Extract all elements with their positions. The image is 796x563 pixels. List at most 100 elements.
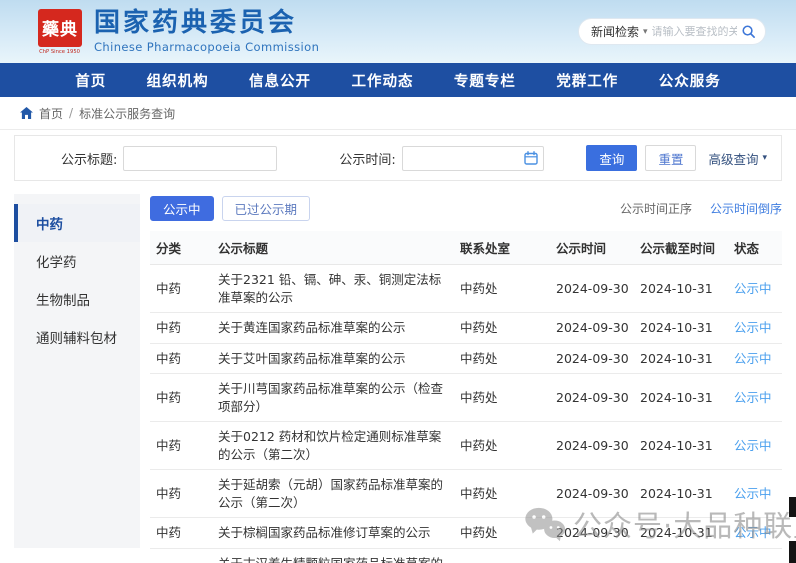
- cell-deadline: 2024-10-31: [634, 517, 728, 549]
- page: 藥典 ChP Since 1950 国家药典委员会 Chinese Pharma…: [0, 0, 796, 563]
- status-link[interactable]: 公示中: [734, 351, 772, 366]
- cell-publish-date: 2024-09-30: [550, 421, 634, 470]
- cell-category: 中药: [150, 264, 212, 313]
- table-row: 中药 关于棕榈国家药品标准修订草案的公示 中药处 2024-09-30 2024…: [150, 517, 782, 549]
- nav-item[interactable]: 工作动态: [351, 70, 413, 91]
- nav-item[interactable]: 公众服务: [659, 70, 721, 91]
- breadcrumb: 首页 / 标准公示服务查询: [0, 97, 796, 130]
- cell-category: 中药: [150, 421, 212, 470]
- cell-deadline: 2024-10-31: [634, 469, 728, 518]
- advanced-search-toggle[interactable]: 高级查询 ▾: [708, 149, 767, 168]
- table-row: 中药 关于0212 药材和饮片检定通则标准草案的公示（第二次） 中药处 2024…: [150, 421, 782, 470]
- filter-card: 公示标题: 公示时间: 查询 重置 高级查询 ▾: [14, 135, 782, 181]
- cell-title[interactable]: 关于艾叶国家药品标准草案的公示: [212, 343, 454, 374]
- cell-deadline: 2024-10-31: [634, 373, 728, 422]
- status-link[interactable]: 公示中: [734, 281, 772, 296]
- cell-publish-date: 2024-09-30: [550, 343, 634, 374]
- cell-office: 中药处: [454, 312, 550, 344]
- cell-title[interactable]: 关于川芎国家药品标准草案的公示（检查项部分）: [212, 373, 454, 422]
- table-row: 中药 关于川芎国家药品标准草案的公示（检查项部分） 中药处 2024-09-30…: [150, 373, 782, 422]
- table-row: 中药 关于艾叶国家药品标准草案的公示 中药处 2024-09-30 2024-1…: [150, 343, 782, 374]
- sidebar-item-生物制品[interactable]: 生物制品: [14, 280, 140, 318]
- chp-seal-icon: 藥典: [38, 8, 82, 47]
- header-office: 联系处室: [454, 231, 550, 265]
- chp-logo: 藥典 ChP Since 1950: [38, 8, 82, 55]
- main-nav: 首页 组织机构 信息公开 工作动态 专题专栏 党群工作 公众服务: [0, 63, 796, 97]
- search-icon[interactable]: [741, 24, 756, 39]
- sort-ascending-link[interactable]: 公示时间正序: [620, 200, 692, 217]
- cell-title[interactable]: 关于延胡索（元胡）国家药品标准草案的公示（第二次）: [212, 469, 454, 518]
- main-panel: 公示中 已过公示期 公示时间正序 公示时间倒序 分类 公示标题 联系处室 公示时…: [140, 194, 782, 563]
- filter-time-label: 公示时间:: [339, 152, 396, 168]
- sort-descending-link[interactable]: 公示时间倒序: [710, 200, 782, 217]
- status-link[interactable]: 公示中: [734, 320, 772, 335]
- tab-in-progress[interactable]: 公示中: [150, 196, 214, 221]
- cell-publish-date: 2024-09-30: [550, 264, 634, 313]
- filter-actions: 查询 重置 高级查询 ▾: [586, 145, 767, 171]
- cell-publish-date: 2024-09-30: [550, 469, 634, 518]
- filter-title-input[interactable]: [123, 145, 278, 171]
- cell-office: 中药处: [454, 517, 550, 549]
- site-header: 藥典 ChP Since 1950 国家药典委员会 Chinese Pharma…: [0, 0, 796, 63]
- status-link[interactable]: 公示中: [734, 438, 772, 453]
- cell-category: 中药: [150, 312, 212, 344]
- toolbar: 公示中 已过公示期 公示时间正序 公示时间倒序: [150, 196, 782, 221]
- status-link[interactable]: 公示中: [734, 525, 772, 540]
- cell-title[interactable]: 关于棕榈国家药品标准修订草案的公示: [212, 517, 454, 549]
- header-publish-date: 公示时间: [550, 231, 634, 265]
- chevron-down-icon[interactable]: ▾: [643, 27, 648, 37]
- status-link[interactable]: 公示中: [734, 390, 772, 405]
- sidebar-item-化学药[interactable]: 化学药: [14, 242, 140, 280]
- header-category: 分类: [150, 231, 212, 265]
- category-sidebar: 中药 化学药 生物制品 通则辅料包材: [14, 194, 140, 548]
- nav-item[interactable]: 信息公开: [249, 70, 311, 91]
- cell-title[interactable]: 关于古汉养生精颗粒国家药品标准草案的公示: [212, 548, 454, 563]
- reset-button[interactable]: 重置: [645, 145, 697, 171]
- cell-category: 中药: [150, 517, 212, 549]
- content: 中药 化学药 生物制品 通则辅料包材 公示中 已过公示期 公示时间正序 公示时间…: [14, 194, 782, 563]
- breadcrumb-home[interactable]: 首页: [39, 105, 63, 122]
- tab-expired[interactable]: 已过公示期: [221, 196, 311, 221]
- cell-deadline: 2024-10-31: [634, 343, 728, 374]
- sidebar-item-中药[interactable]: 中药: [14, 204, 140, 242]
- advanced-search-label: 高级查询: [708, 151, 759, 167]
- nav-item[interactable]: 党群工作: [556, 70, 618, 91]
- table-row: 中药 关于2321 铅、镉、砷、汞、铜测定法标准草案的公示 中药处 2024-0…: [150, 264, 782, 313]
- cell-office: 中药处: [454, 264, 550, 313]
- cell-category: 中药: [150, 373, 212, 422]
- search-category-select[interactable]: 新闻检索: [591, 23, 639, 40]
- query-button[interactable]: 查询: [586, 145, 638, 171]
- calendar-icon[interactable]: [524, 150, 538, 165]
- scrollbar-thumb-artifact: [789, 497, 796, 517]
- home-icon[interactable]: [20, 107, 33, 119]
- cell-category: 中药: [150, 343, 212, 374]
- site-title: 国家药典委员会: [94, 7, 298, 38]
- cell-publish-date: 2024-09-30: [550, 312, 634, 344]
- cell-office: 中药处: [454, 469, 550, 518]
- status-link[interactable]: 公示中: [734, 486, 772, 501]
- cell-office: 中药处: [454, 421, 550, 470]
- cell-deadline: 2024-10-31: [634, 421, 728, 470]
- cell-office: 中药处: [454, 373, 550, 422]
- filter-time-input[interactable]: [401, 145, 544, 171]
- nav-item[interactable]: 专题专栏: [454, 70, 516, 91]
- breadcrumb-current: 标准公示服务查询: [79, 106, 176, 121]
- nav-item[interactable]: 首页: [75, 70, 106, 91]
- cell-title[interactable]: 关于0212 药材和饮片检定通则标准草案的公示（第二次）: [212, 421, 454, 470]
- chp-seal-caption: ChP Since 1950: [39, 48, 81, 55]
- cell-publish-date: 2024-09-30: [550, 548, 634, 563]
- announcement-table: 分类 公示标题 联系处室 公示时间 公示截至时间 状态 中药 关于2321 铅、…: [150, 231, 782, 563]
- brand-text: 国家药典委员会 Chinese Pharmacopoeia Commission: [94, 9, 319, 55]
- cell-title[interactable]: 关于2321 铅、镉、砷、汞、铜测定法标准草案的公示: [212, 264, 454, 313]
- header-title: 公示标题: [212, 231, 454, 265]
- announcement-table-body: 中药 关于2321 铅、镉、砷、汞、铜测定法标准草案的公示 中药处 2024-0…: [150, 264, 782, 563]
- table-row: 中药 关于黄连国家药品标准草案的公示 中药处 2024-09-30 2024-1…: [150, 312, 782, 344]
- filter-title-label: 公示标题:: [61, 152, 118, 168]
- cell-category: 中药: [150, 469, 212, 518]
- search-input[interactable]: [651, 25, 737, 38]
- sidebar-item-通则辅料包材[interactable]: 通则辅料包材: [14, 318, 140, 356]
- table-row: 中药 关于古汉养生精颗粒国家药品标准草案的公示 中药处 2024-09-30 2…: [150, 548, 782, 563]
- header-deadline: 公示截至时间: [634, 231, 728, 265]
- cell-title[interactable]: 关于黄连国家药品标准草案的公示: [212, 312, 454, 344]
- nav-item[interactable]: 组织机构: [147, 70, 209, 91]
